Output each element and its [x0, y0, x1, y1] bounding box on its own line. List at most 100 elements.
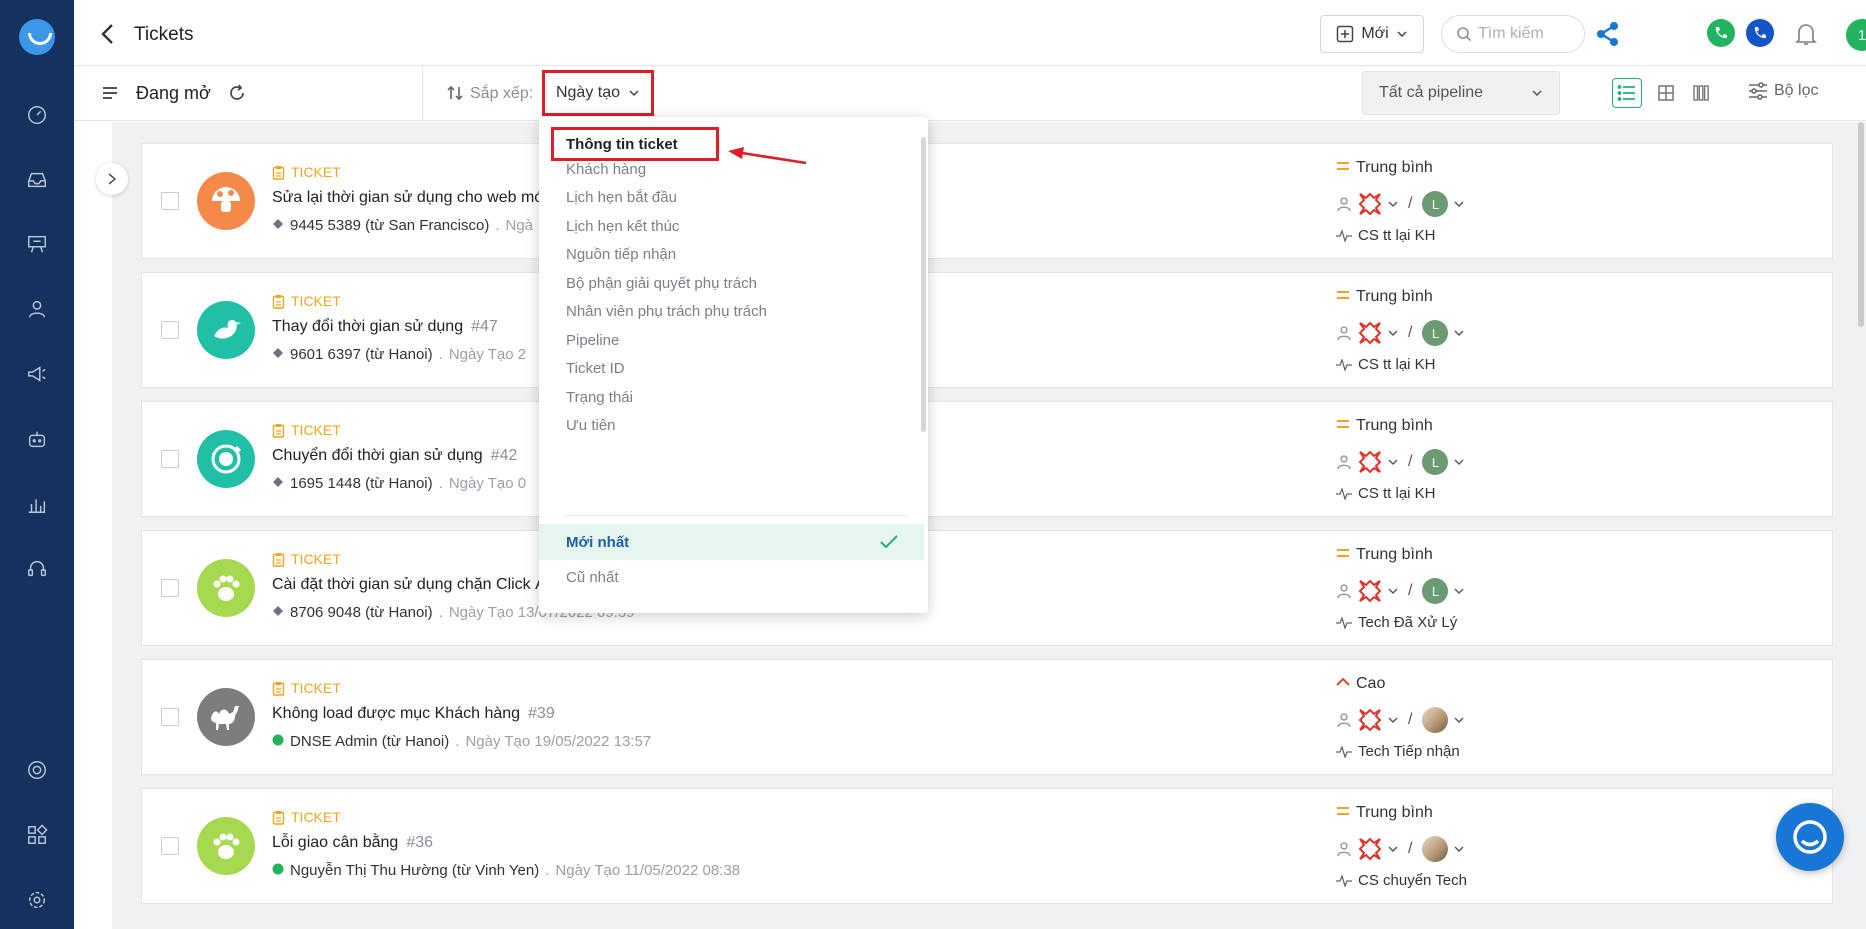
kanban-view-button[interactable] [1686, 78, 1716, 108]
pipeline-stage[interactable]: Tech Tiếp nhận [1336, 743, 1586, 760]
ticket-board-icon[interactable] [25, 232, 49, 256]
pipeline-stage[interactable]: CS tt lại KH [1336, 227, 1586, 244]
sort-option[interactable]: Ưu tiên [539, 410, 924, 440]
department-burst-icon[interactable] [1358, 708, 1382, 732]
priority[interactable]: Trung bình [1336, 158, 1586, 178]
sort-option[interactable]: Nhân viên phụ trách phụ trách [539, 296, 924, 326]
filter-button[interactable]: Bộ lọc [1748, 82, 1818, 100]
ticket-customer[interactable]: 1695 1448 (từ Hanoi) [290, 475, 433, 492]
back-arrow-icon[interactable] [98, 22, 118, 46]
ticket-card[interactable]: TICKET Lỗi giao cân bằng #36 Nguyễn Thị T… [141, 788, 1833, 904]
agent-avatar[interactable]: L [1422, 578, 1449, 604]
ticket-checkbox[interactable] [161, 450, 179, 468]
expand-panel-button[interactable] [96, 163, 128, 195]
chevron-down-icon[interactable] [1388, 457, 1398, 467]
refresh-icon[interactable] [228, 84, 246, 102]
share-icon[interactable] [1594, 20, 1622, 48]
ticket-checkbox[interactable] [161, 708, 179, 726]
priority[interactable]: Trung bình [1336, 287, 1586, 307]
sort-select[interactable]: Ngày tạo [542, 70, 654, 116]
support-icon[interactable] [25, 557, 49, 581]
list-view-button[interactable] [1612, 78, 1642, 108]
chat-widget-button[interactable] [1776, 803, 1844, 871]
ticket-checkbox[interactable] [161, 579, 179, 597]
sort-option[interactable]: Pipeline [539, 325, 924, 355]
sort-option[interactable]: Nguồn tiếp nhận [539, 239, 924, 269]
chevron-down-icon[interactable] [1454, 328, 1464, 338]
target-icon[interactable] [25, 758, 49, 782]
sort-order-option[interactable]: Mới nhất [539, 524, 924, 560]
ticket-checkbox[interactable] [161, 321, 179, 339]
ticket-card[interactable]: TICKET Thay đổi thời gian sử dụng #47 960… [141, 272, 1833, 388]
page-scrollbar[interactable] [1858, 122, 1864, 327]
phone-call-icon[interactable] [1707, 19, 1735, 47]
chevron-down-icon[interactable] [1388, 844, 1398, 854]
ticket-checkbox[interactable] [161, 837, 179, 855]
ticket-customer[interactable]: 8706 9048 (từ Hanoi) [290, 604, 433, 621]
inbox-icon[interactable] [25, 168, 49, 192]
reports-icon[interactable] [25, 492, 49, 516]
search-input[interactable] [1478, 25, 1578, 43]
agent-avatar[interactable]: L [1422, 320, 1449, 346]
contacts-icon[interactable] [25, 297, 49, 321]
view-title[interactable]: Đang mở [136, 83, 211, 104]
agent-avatar[interactable]: L [1422, 191, 1449, 217]
department-burst-icon[interactable] [1358, 450, 1382, 474]
ticket-card[interactable]: TICKET Sửa lại thời gian sử dụng cho web… [141, 143, 1833, 259]
priority[interactable]: Trung bình [1336, 416, 1586, 436]
ticket-customer[interactable]: Nguyễn Thị Thu Hường (từ Vinh Yen) [290, 862, 539, 879]
ticket-card[interactable]: TICKET Không load được mục Khách hàng #39… [141, 659, 1833, 775]
sort-option[interactable]: Trạng thái [539, 382, 924, 412]
grid-view-button[interactable] [1651, 78, 1681, 108]
chevron-down-icon[interactable] [1388, 199, 1398, 209]
chevron-down-icon[interactable] [1454, 586, 1464, 596]
pipeline-stage[interactable]: CS tt lại KH [1336, 356, 1586, 373]
chevron-down-icon[interactable] [1388, 586, 1398, 596]
pipeline-stage[interactable]: Tech Đã Xử Lý [1336, 614, 1586, 631]
campaign-icon[interactable] [25, 362, 49, 386]
department-burst-icon[interactable] [1358, 579, 1382, 603]
chevron-down-icon[interactable] [1454, 199, 1464, 209]
ticket-title[interactable]: Cài đặt thời gian sử dụng chặn Click Ả [272, 576, 554, 594]
ticket-title[interactable]: Không load được mục Khách hàng #39 [272, 705, 555, 723]
ticket-title[interactable]: Sửa lại thời gian sử dụng cho web mớ [272, 189, 553, 207]
sort-option[interactable]: Ticket ID [539, 353, 924, 383]
ticket-title[interactable]: Thay đổi thời gian sử dụng #47 [272, 318, 498, 336]
pipeline-select[interactable]: Tất cả pipeline [1362, 71, 1560, 115]
sort-option[interactable]: Lịch hẹn bắt đầu [539, 182, 924, 212]
ticket-title[interactable]: Lỗi giao cân bằng #36 [272, 834, 433, 852]
bot-icon[interactable] [25, 427, 49, 451]
ticket-title[interactable]: Chuyển đổi thời gian sử dụng #42 [272, 447, 517, 465]
search-box[interactable] [1441, 15, 1585, 53]
agent-avatar[interactable] [1422, 836, 1449, 862]
department-burst-icon[interactable] [1358, 192, 1382, 216]
sort-order-option[interactable]: Cũ nhất [539, 562, 924, 592]
new-button[interactable]: Mới [1320, 15, 1424, 53]
sort-option[interactable]: Lịch hẹn kết thúc [539, 211, 924, 241]
department-burst-icon[interactable] [1358, 321, 1382, 345]
user-avatar[interactable]: 1 [1846, 19, 1866, 51]
chevron-down-icon[interactable] [1388, 328, 1398, 338]
agent-avatar[interactable]: L [1422, 449, 1449, 475]
ticket-card[interactable]: TICKET Cài đặt thời gian sử dụng chặn Cl… [141, 530, 1833, 646]
hamburger-icon[interactable] [102, 86, 118, 100]
priority[interactable]: Cao [1336, 674, 1586, 694]
chevron-down-icon[interactable] [1454, 715, 1464, 725]
chevron-down-icon[interactable] [1454, 844, 1464, 854]
agent-avatar[interactable] [1422, 707, 1449, 733]
priority[interactable]: Trung bình [1336, 545, 1586, 565]
ticket-checkbox[interactable] [161, 192, 179, 210]
voice-call-icon[interactable] [1746, 19, 1774, 47]
app-logo[interactable] [19, 19, 55, 55]
priority[interactable]: Trung bình [1336, 803, 1586, 823]
ticket-customer[interactable]: 9601 6397 (từ Hanoi) [290, 346, 433, 363]
pipeline-stage[interactable]: CS tt lại KH [1336, 485, 1586, 502]
apps-icon[interactable] [25, 823, 49, 847]
settings-icon[interactable] [25, 888, 49, 912]
sort-option[interactable]: Bộ phận giải quyết phụ trách [539, 268, 924, 298]
ticket-card[interactable]: TICKET Chuyển đổi thời gian sử dụng #42 1… [141, 401, 1833, 517]
ticket-customer[interactable]: DNSE Admin (từ Hanoi) [290, 733, 449, 750]
bell-icon[interactable] [1792, 20, 1820, 48]
pipeline-stage[interactable]: CS chuyển Tech [1336, 872, 1586, 889]
chevron-down-icon[interactable] [1388, 715, 1398, 725]
